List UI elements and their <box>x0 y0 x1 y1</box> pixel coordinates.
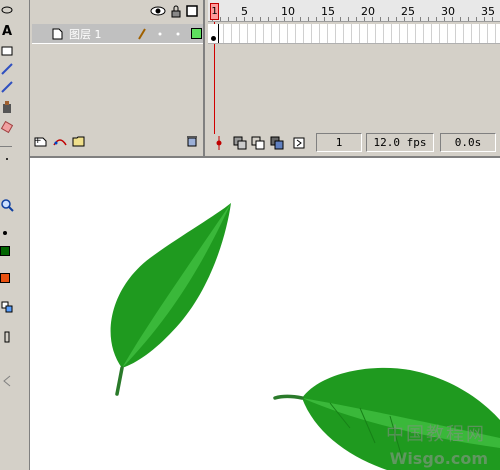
ruler-tick <box>276 17 277 21</box>
ruler-number: 5 <box>241 5 248 18</box>
leaf-lower-stem <box>273 394 304 400</box>
layer-outline-color-icon[interactable] <box>191 28 202 39</box>
timeline-panel: 图层 1 + 5 10 15 20 25 30 35 1 1 12.0 fps … <box>30 0 500 157</box>
ruler-tick <box>236 17 237 21</box>
ruler-tick <box>348 17 349 21</box>
fill-color-swatch[interactable] <box>0 273 10 283</box>
ruler-tick <box>340 17 341 21</box>
eraser-tool-icon[interactable] <box>0 118 14 136</box>
layer-list-column: 图层 1 + <box>30 0 205 157</box>
layer-visible-dot-icon[interactable] <box>157 31 163 37</box>
playhead[interactable]: 1 <box>210 3 219 20</box>
leaf-upper-stem <box>115 366 124 396</box>
ruler-number: 30 <box>441 5 455 18</box>
layer-frames-row[interactable] <box>208 24 500 44</box>
tools-separator <box>0 146 12 147</box>
stroke-color-icon <box>0 226 14 244</box>
layer-page-icon <box>52 28 63 40</box>
frame-rate-field[interactable]: 12.0 fps <box>366 133 434 152</box>
ruler-tick <box>476 17 477 21</box>
watermark-english: Wisgo.com <box>389 449 488 468</box>
lock-unlock-all-icon[interactable] <box>170 4 182 18</box>
ruler-tick <box>252 17 253 21</box>
ruler-tick <box>460 17 461 21</box>
pencil-tool-icon[interactable] <box>0 60 14 78</box>
options-label-icon <box>0 328 14 346</box>
current-frame-field: 1 <box>316 133 362 152</box>
elapsed-time-field: 0.0s <box>440 133 496 152</box>
lasso-tool-icon[interactable] <box>0 2 14 20</box>
ruler-number: 15 <box>321 5 335 18</box>
ruler-tick <box>436 17 437 21</box>
frame-ruler[interactable]: 5 10 15 20 25 30 35 <box>208 0 500 22</box>
insert-layer-folder-icon[interactable] <box>72 135 86 147</box>
brush-tool-icon[interactable] <box>0 78 14 96</box>
ruler-number: 20 <box>361 5 375 18</box>
ruler-number: 35 <box>481 5 495 18</box>
center-frame-icon[interactable] <box>215 136 223 150</box>
onion-skin-outlines-icon[interactable] <box>251 136 265 150</box>
hand-tool-icon[interactable] <box>0 150 14 168</box>
stroke-color-swatch[interactable] <box>0 246 10 256</box>
ruler-number: 25 <box>401 5 415 18</box>
swap-colors-icon[interactable] <box>0 298 14 316</box>
text-tool-icon[interactable]: A <box>0 22 14 40</box>
layer-row[interactable]: 图层 1 <box>32 24 203 44</box>
ink-bottle-tool-icon[interactable] <box>0 98 14 116</box>
ruler-number: 10 <box>281 5 295 18</box>
ruler-tick <box>268 17 269 21</box>
layer-name[interactable]: 图层 1 <box>69 26 135 42</box>
onion-skin-icon[interactable] <box>233 136 247 150</box>
ruler-tick <box>316 17 317 21</box>
ruler-tick <box>428 17 429 21</box>
add-motion-guide-icon[interactable] <box>52 135 68 147</box>
leaf-upper[interactable] <box>110 203 231 396</box>
ruler-tick <box>220 17 221 21</box>
ruler-tick <box>420 17 421 21</box>
zoom-tool-icon[interactable] <box>0 196 14 214</box>
stage-canvas[interactable]: 中国教程网 Wisgo.com <box>30 157 500 470</box>
ruler-tick <box>300 17 301 21</box>
options-chevron-icon[interactable] <box>0 372 14 390</box>
svg-text:+: + <box>34 136 42 146</box>
rectangle-tool-icon[interactable] <box>0 42 14 60</box>
ruler-tick <box>396 17 397 21</box>
show-hide-all-eye-icon[interactable] <box>150 4 166 18</box>
ruler-tick <box>260 17 261 21</box>
show-outlines-icon[interactable] <box>186 4 198 18</box>
ruler-tick <box>380 17 381 21</box>
ruler-tick <box>308 17 309 21</box>
insert-layer-icon[interactable]: + <box>34 135 48 147</box>
modify-onion-markers-icon[interactable] <box>292 136 306 150</box>
layer-footer-buttons: + <box>34 135 198 147</box>
layer-header-icons <box>150 4 198 18</box>
ruler-tick <box>228 17 229 21</box>
keyframe-dot <box>211 36 216 41</box>
ruler-tick <box>468 17 469 21</box>
edit-layer-pencil-icon <box>137 27 147 40</box>
ruler-tick <box>356 17 357 21</box>
layer-lock-dot-icon[interactable] <box>175 31 181 37</box>
watermark-chinese: 中国教程网 <box>386 424 486 445</box>
delete-layer-trash-icon[interactable] <box>186 135 198 147</box>
edit-multiple-frames-icon[interactable] <box>270 136 284 150</box>
ruler-tick <box>388 17 389 21</box>
tools-panel: A <box>0 0 30 470</box>
